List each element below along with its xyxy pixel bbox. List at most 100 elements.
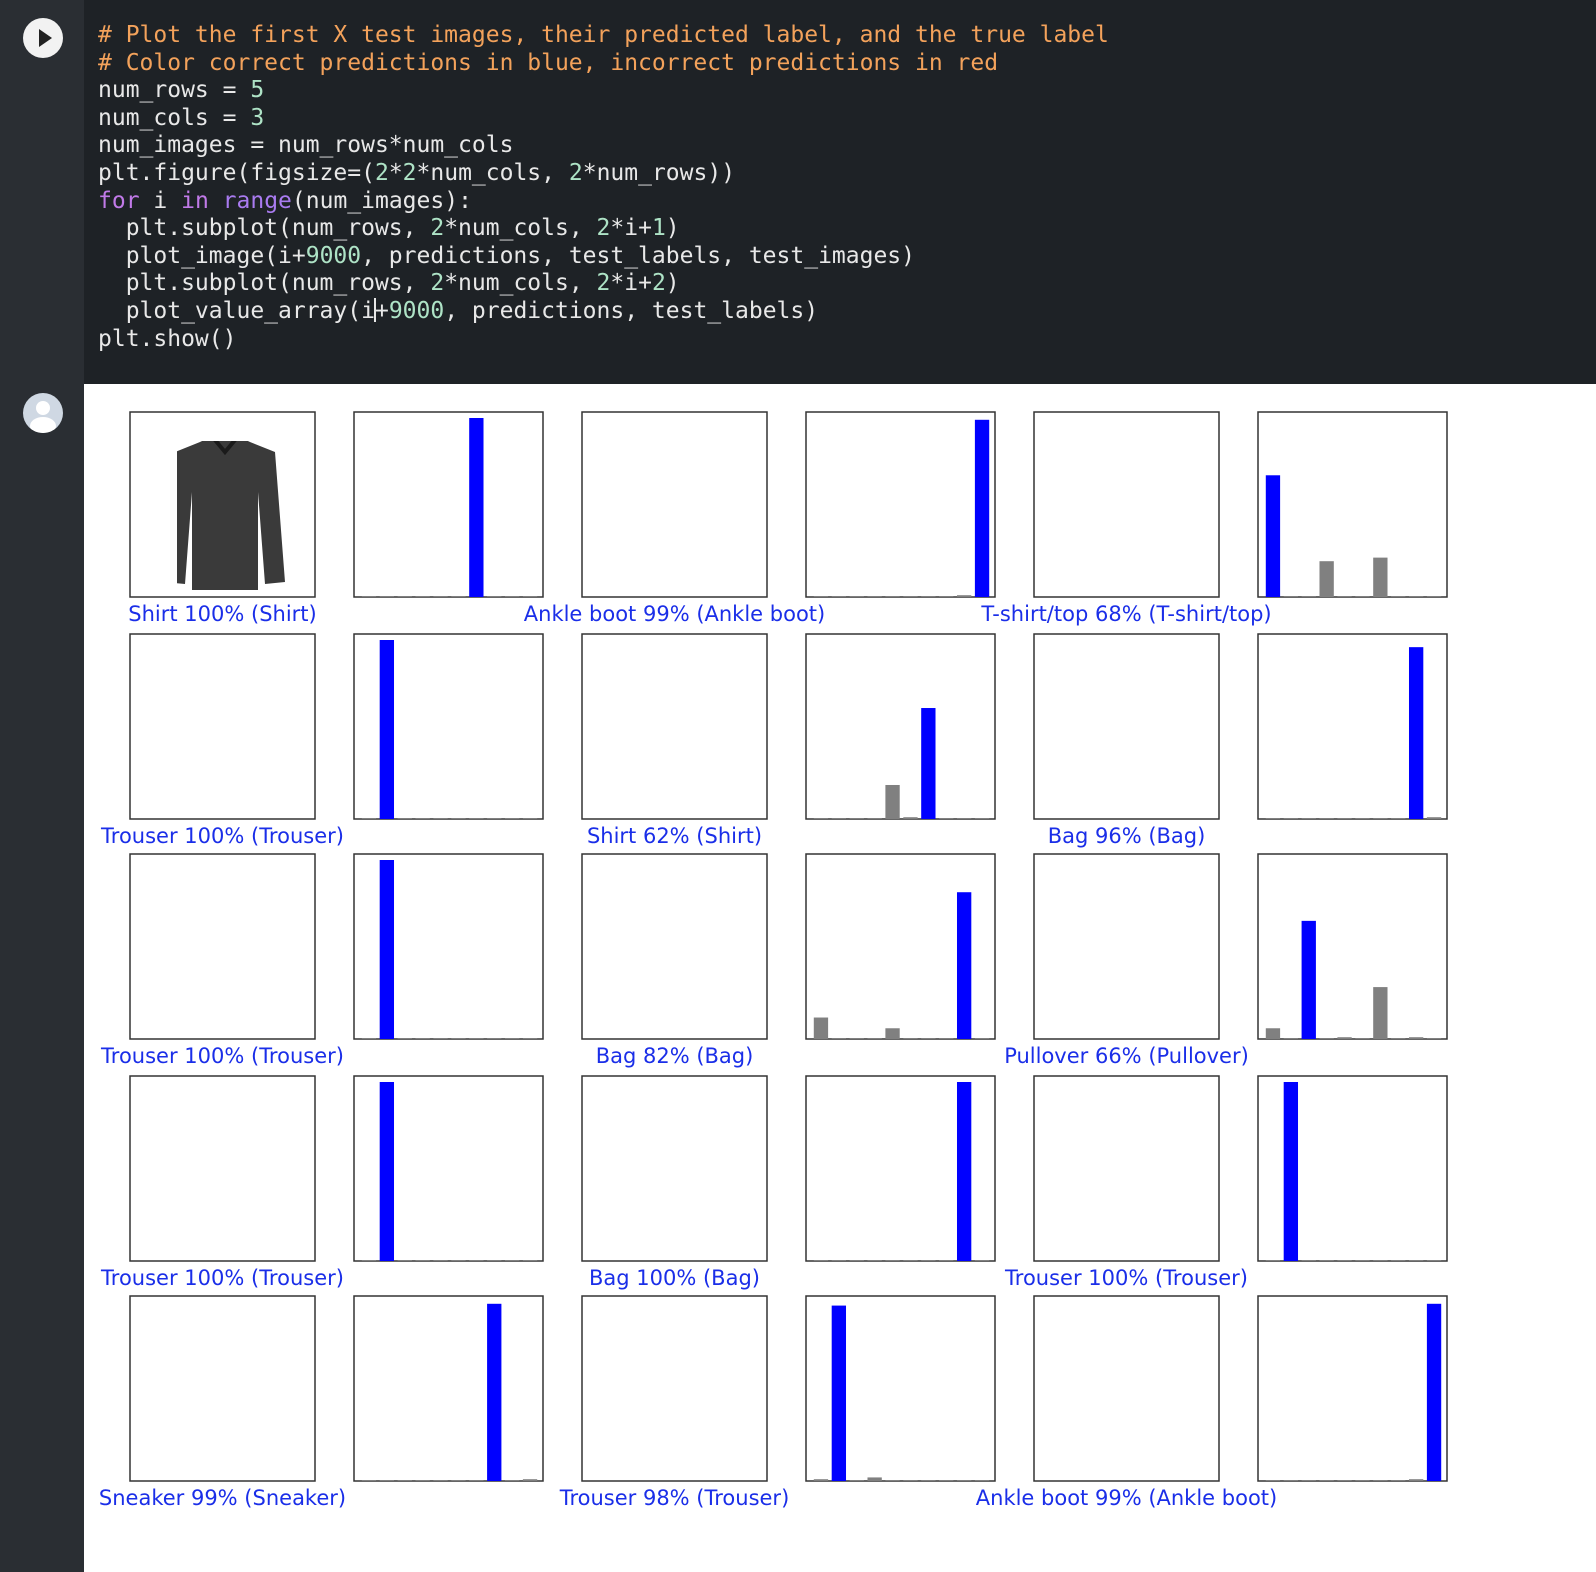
code-token: num_cols = [98,104,251,131]
code-line[interactable]: plot_value_array(i+9000, predictions, te… [92,297,1592,326]
code-token: in [181,187,209,214]
probability-bar [433,596,448,597]
code-token: *num_cols, [416,159,569,186]
code-token: * [388,159,403,186]
probability-bar [1355,818,1370,819]
probability-bar [1319,1480,1334,1481]
probability-bar [397,1480,412,1481]
code-token: ) [665,215,680,242]
code-token: plt.subplot(num_rows, [98,270,431,297]
prediction-caption: Ankle boot 99% (Ankle boot) [976,1486,1277,1510]
probability-bar [956,818,972,819]
code-token: 2 [568,159,583,186]
code-line[interactable]: plt.figure(figsize=(2*2*num_cols, 2*num_… [98,160,1109,188]
probability-bar [1337,1480,1352,1481]
probability-bar [1426,1303,1442,1481]
probability-bar [469,818,484,819]
prediction-caption: Trouser 98% (Trouser) [559,1486,790,1510]
code-line[interactable]: num_cols = 3 [98,105,1109,133]
thumbnail-frame [581,1295,768,1482]
probability-bar [1283,1082,1299,1261]
code-line[interactable]: num_images = num_rows*num_cols [98,132,1109,160]
probability-bar [451,818,466,819]
probability-bar [1283,1038,1299,1039]
code-token: 2 [430,270,445,297]
probability-bar [1426,1260,1442,1261]
probability-bar [974,419,990,597]
probability-bar [939,1260,954,1261]
thumbnail-frame [1033,633,1220,820]
probability-bar [1265,1260,1281,1261]
thumbnail-frame [129,1075,316,1262]
code-token: plot_value_array(i [98,297,375,324]
probability-bar [867,818,882,819]
probability-bar [903,1260,918,1261]
probability-bar [487,818,502,819]
probability-bar [469,1038,484,1039]
probability-bar [939,818,954,819]
probability-bar [433,1260,448,1261]
probability-bar [974,1038,990,1039]
probability-bar [487,1038,502,1039]
code-line[interactable]: # Color correct predictions in blue, inc… [98,50,1109,78]
code-token: 5 [250,77,265,104]
code-token: num_rows = [98,77,251,104]
probability-bar [1408,1037,1424,1039]
probability-bar [1319,1038,1334,1039]
code-token: 3 [250,104,265,131]
probability-bar [867,596,882,597]
probability-bar [831,1038,847,1039]
probability-bar [504,596,520,597]
code-line[interactable]: plt.subplot(num_rows, 2*num_cols, 2*i+2) [98,270,1109,298]
probability-bar [504,1260,520,1261]
code-line[interactable]: num_rows = 5 [98,77,1109,105]
probability-bar [1408,596,1424,597]
code-token: + [374,297,389,324]
probability-bar [939,1480,954,1481]
probability-bar [939,1038,954,1039]
code-line[interactable]: # Plot the first X test images, their pr… [98,22,1109,50]
probability-bar [397,1260,412,1261]
code-line[interactable]: for i in range(num_images): [98,188,1109,216]
probability-bar [1373,818,1388,819]
code-token: , predictions, test_labels) [444,297,819,324]
probability-bar [1426,596,1442,597]
run-cell-button[interactable] [23,18,63,58]
code-token: plt.subplot(num_rows, [98,215,431,242]
probability-bar [415,818,430,819]
code-token: *i+ [610,270,652,297]
code-token: ) [665,270,680,297]
probability-bar [504,818,520,819]
probability-bar [867,1477,882,1481]
probability-bar [813,1479,829,1481]
code-token: 2 [402,159,417,186]
probability-bar [1373,1480,1388,1481]
code-token: # Plot the first X test images, their pr… [98,22,1109,48]
probability-bar [1283,818,1299,819]
probability-bar [1391,818,1406,819]
probability-bar [956,892,972,1039]
probability-bar [849,596,864,597]
prediction-caption: Ankle boot 99% (Ankle boot) [524,602,825,626]
code-cell[interactable]: # Plot the first X test images, their pr… [84,0,1596,384]
prediction-caption: Trouser 100% (Trouser) [100,1266,344,1290]
code-token: *num_cols, [444,215,597,242]
prediction-figure: Shirt 100% (Shirt) Ankle boot 99% (Ankle … [99,411,1448,1510]
probability-bar [1319,1260,1334,1261]
probability-bar [974,1480,990,1481]
code-line[interactable]: plot_image(i+9000, predictions, test_lab… [98,243,1109,271]
code-line[interactable]: plt.subplot(num_rows, 2*num_cols, 2*i+1) [98,215,1109,243]
probability-bar [1373,1260,1388,1261]
code-line[interactable]: plt.show() [98,326,1109,354]
probability-bar [1337,818,1352,819]
probability-bar [956,595,972,597]
play-icon [39,29,52,47]
code-token: 2 [596,270,611,297]
code-editor[interactable]: # Plot the first X test images, their pr… [92,22,1592,354]
thumbnail-frame [581,1075,768,1262]
probability-bar [522,1038,538,1039]
code-token: plt.show() [98,325,237,352]
probability-bar [451,596,466,597]
thumbnail-frame [581,853,768,1040]
thumbnail-frame [1033,411,1220,598]
